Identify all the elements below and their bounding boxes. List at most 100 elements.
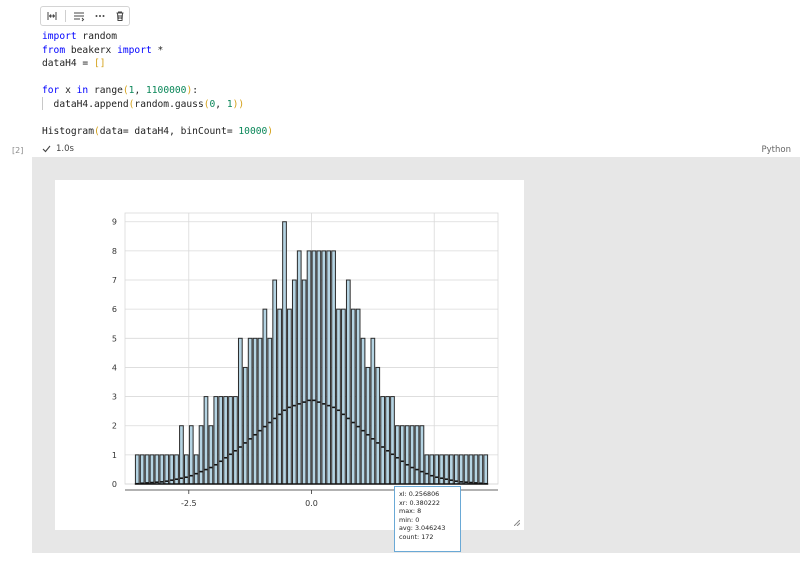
x-tick-label: -2.5 (181, 499, 197, 508)
split-cell-icon[interactable] (43, 7, 61, 25)
histogram-bar (277, 308, 282, 485)
code-token: range (88, 85, 123, 96)
histogram-bar (345, 279, 351, 485)
code-line: Histogram(data= dataH4, binCount= 10000) (42, 125, 273, 139)
histogram-bar (228, 396, 233, 485)
code-token: )) (232, 98, 245, 110)
histogram-bar (213, 396, 219, 485)
code-token: beakerx (65, 44, 118, 56)
histogram-bar (139, 454, 145, 485)
toolbar-divider (65, 10, 67, 22)
code-line: from beakerx import * (42, 44, 273, 58)
tooltip-xr: xr: 0.380222 (399, 498, 440, 507)
histogram-bar (218, 396, 224, 485)
histogram-bar (183, 454, 189, 485)
histogram-chart: 0123456789-2.50.02.5 (112, 212, 499, 508)
code-line: dataH4 = [] (42, 57, 273, 71)
histogram-bar (193, 454, 199, 485)
histogram-bar (341, 308, 346, 485)
histogram-bar (468, 454, 474, 485)
y-tick-label: 3 (112, 393, 117, 402)
code-token: , (215, 98, 227, 110)
histogram-bar (404, 425, 410, 485)
indent-guide (42, 97, 43, 110)
code-token: in (76, 85, 89, 96)
tooltip-xl: xl: 0.256806 (399, 490, 440, 498)
delete-cell-icon[interactable] (111, 7, 129, 25)
code-token: x (59, 85, 77, 96)
code-token: dataH4 = (42, 58, 94, 69)
code-token: for (42, 85, 60, 96)
histogram-bar (321, 250, 327, 485)
histogram-bar (434, 454, 440, 485)
histogram-bar (326, 250, 332, 485)
y-tick-label: 1 (112, 451, 117, 460)
execution-count: [2] (12, 146, 24, 155)
histogram-bar (242, 366, 248, 485)
format-cell-icon[interactable] (70, 7, 88, 25)
code-token: Histogram (42, 125, 94, 137)
histogram-bar (237, 337, 243, 485)
code-token: : (192, 85, 198, 96)
cell-toolbar (40, 6, 130, 26)
histogram-bar (473, 454, 479, 485)
histogram-bar (370, 337, 376, 485)
code-token: * (151, 44, 164, 56)
more-actions-icon[interactable] (90, 7, 108, 25)
histogram-bar (252, 337, 258, 485)
code-editor[interactable]: import random from beakerx import * dataH4… (42, 30, 273, 138)
histogram-bar (380, 396, 386, 485)
histogram-bar (247, 337, 253, 485)
code-token: , (134, 85, 146, 96)
resize-handle[interactable] (514, 520, 520, 526)
histogram-bar (360, 337, 366, 485)
histogram-bar (350, 308, 356, 485)
histogram-plot[interactable]: 0123456789-2.50.02.5 xl: 0.256806 xr: 0.… (55, 180, 524, 552)
histogram-bar (233, 396, 238, 485)
histogram-bar (409, 425, 415, 485)
histogram-bar (262, 308, 268, 485)
checkmark-icon (42, 145, 51, 153)
code-token: random.gauss (134, 98, 204, 110)
histogram-bar (198, 425, 204, 485)
code-line: for x in range(1, 1100000): (42, 84, 273, 98)
histogram-bar (291, 279, 297, 485)
y-tick-label: 2 (112, 422, 117, 431)
kernel-language[interactable]: Python (762, 145, 791, 155)
histogram-bar (223, 396, 228, 485)
histogram-bar (179, 425, 184, 485)
y-tick-label: 9 (112, 218, 117, 227)
code-token: ) (267, 125, 274, 137)
x-tick-label: 0.0 (305, 499, 318, 508)
code-token: 10000 (238, 125, 268, 137)
code-line: import random (42, 30, 273, 44)
histogram-bar (483, 454, 489, 485)
histogram-bar (296, 250, 302, 485)
code-token: 1100000 (146, 85, 187, 96)
y-tick-label: 4 (112, 363, 117, 372)
histogram-bar (424, 454, 430, 485)
histogram-bar (272, 279, 278, 485)
histogram-bar (395, 425, 400, 485)
histogram-bar (463, 454, 469, 485)
histogram-bar (144, 454, 150, 485)
histogram-bar (149, 454, 155, 485)
execution-status: 1.0s (42, 144, 74, 154)
histogram-bar (331, 250, 336, 485)
y-tick-label: 0 (112, 480, 117, 489)
code-token: from (42, 44, 66, 56)
code-line: dataH4.append(random.gauss(0, 1)) (42, 98, 273, 112)
tooltip-max: max: 8 (399, 507, 422, 516)
histogram-bar (306, 250, 312, 485)
histogram-bar (429, 454, 435, 485)
histogram-bar (399, 425, 405, 485)
histogram-bar (365, 366, 371, 485)
y-tick-label: 8 (112, 247, 117, 256)
histogram-bar (282, 221, 287, 485)
histogram-bar (419, 425, 425, 485)
tooltip-min: min: 0 (399, 515, 420, 524)
y-tick-label: 6 (112, 305, 117, 314)
histogram-bar (159, 454, 165, 485)
histogram-bar (385, 396, 390, 485)
